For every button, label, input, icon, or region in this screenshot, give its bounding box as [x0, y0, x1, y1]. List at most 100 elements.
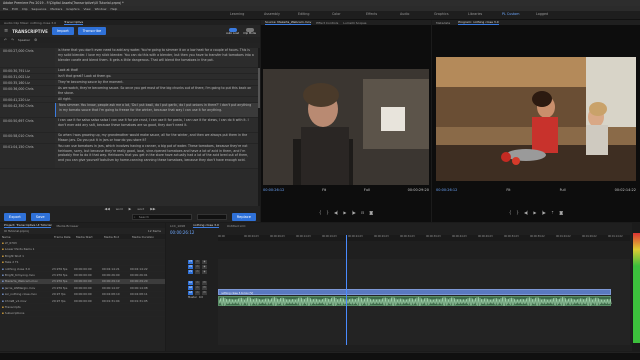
scroll-thumb[interactable]: [258, 68, 260, 108]
mark-out-icon[interactable]: }: [326, 210, 329, 215]
speaker-dropdown[interactable]: Speaker: [18, 38, 30, 42]
workspace-assembly[interactable]: Assembly: [264, 12, 280, 16]
workspace-audio[interactable]: Audio: [400, 12, 409, 16]
eye-icon[interactable]: ◉: [202, 264, 207, 269]
timestamp-speaker[interactable]: 00:00:36,000 Chris: [0, 86, 55, 96]
tab-transcriptive[interactable]: Transcriptive: [64, 20, 84, 25]
clip-mode-toggle[interactable]: Clip Mode: [243, 27, 256, 35]
project-item[interactable]: ▪ Subscriptions: [0, 311, 165, 318]
program-timecode[interactable]: 00:00:26:12: [436, 188, 457, 192]
playhead[interactable]: [345, 235, 347, 345]
undo-icon[interactable]: ↶: [4, 38, 7, 42]
mute-icon[interactable]: M: [202, 290, 207, 295]
eye-icon[interactable]: ◉: [202, 269, 207, 274]
column-header[interactable]: Media Start: [74, 235, 102, 239]
menu-help[interactable]: Help: [110, 7, 117, 11]
transcribe-button[interactable]: Transcribe: [77, 27, 107, 35]
workspace-logged[interactable]: Logged: [536, 12, 548, 16]
column-header[interactable]: Media End: [102, 235, 130, 239]
tab-media-browser[interactable]: Media Browser: [56, 224, 78, 228]
track-target-toggle[interactable]: A3: [188, 290, 193, 295]
menu-graphics[interactable]: Graphics: [66, 7, 79, 11]
tab-lumetri[interactable]: Lumetri Scopes: [343, 21, 366, 25]
transcript-list[interactable]: 00:00:27,000 Chris is there that you don'…: [0, 48, 260, 206]
transcript-row[interactable]: 00:01:04,150 Chris You can use tomatoes i…: [0, 143, 258, 169]
workspace-editing[interactable]: Editing: [298, 12, 309, 16]
timeline-tab[interactable]: Untitled LCC: [227, 224, 246, 228]
camera-icon[interactable]: ◙: [559, 210, 563, 215]
transcript-text[interactable]: All right.: [55, 96, 258, 102]
transcript-row[interactable]: 00:00:50,697 Chris I can use it for salsa…: [0, 117, 258, 133]
track-lock-icon[interactable]: ⊡: [195, 285, 200, 290]
mute-icon[interactable]: M: [202, 280, 207, 285]
tab-effect-controls[interactable]: Effect Controls: [316, 21, 338, 25]
timestamp-speaker[interactable]: 00:00:35,160 Liz: [0, 80, 55, 85]
lift-icon[interactable]: ⇡: [551, 210, 554, 215]
tab-source[interactable]: Source: Mazarta_Webcam.mov: [265, 20, 312, 25]
camera-icon[interactable]: ◙: [369, 210, 373, 215]
transcript-text[interactable]: I can use it for salsa salsa salsa I can…: [55, 117, 258, 132]
program-fit[interactable]: Fit: [506, 188, 510, 192]
play-icon[interactable]: ▶: [533, 210, 536, 215]
transcript-row[interactable]: 00:00:58,010 Chris So when I was growing …: [0, 132, 258, 144]
source-timecode[interactable]: 00:00:26:12: [263, 188, 284, 192]
insert-icon[interactable]: ⊟: [361, 210, 364, 215]
timestamp-speaker[interactable]: 00:00:30,791 Liz: [0, 68, 55, 73]
menu-sequence[interactable]: Sequence: [32, 7, 47, 11]
step-forward-icon[interactable]: |▶: [351, 210, 355, 215]
step-forward-icon[interactable]: |▶: [541, 210, 545, 215]
menu-clip[interactable]: Clip: [22, 7, 28, 11]
timestamp-speaker[interactable]: 00:00:41,220 Liz: [0, 97, 55, 102]
source-fit[interactable]: Fit: [322, 188, 326, 192]
transcript-row[interactable]: 00:00:27,000 Chris is there that you don'…: [0, 48, 258, 68]
menu-markers[interactable]: Markers: [50, 7, 62, 11]
save-button[interactable]: Save: [30, 213, 50, 221]
transcript-scrollbar[interactable]: [258, 48, 260, 206]
timestamp-speaker[interactable]: 00:00:31,002 Liz: [0, 74, 55, 79]
tab-project[interactable]: Project: Transcriptive UI Tutorial: [4, 223, 52, 228]
workspace-graphics[interactable]: Graphics: [434, 12, 449, 16]
timestamp-speaker[interactable]: 00:00:58,010 Chris: [0, 133, 55, 143]
timeline-tab[interactable]: LCC_1098: [170, 224, 185, 228]
track-target-toggle[interactable]: V3: [188, 259, 193, 264]
step-back-icon[interactable]: ◀|: [334, 210, 338, 215]
export-button[interactable]: Export: [4, 213, 26, 221]
column-header[interactable]: Name: [0, 235, 52, 239]
track-target-toggle[interactable]: A1: [188, 280, 193, 285]
workspace-effects[interactable]: Effects: [366, 12, 377, 16]
track-target-toggle[interactable]: V2: [188, 264, 193, 269]
menu-view[interactable]: View: [84, 7, 91, 11]
track-lock-icon[interactable]: ⊡: [195, 259, 200, 264]
audio-clip[interactable]: [218, 296, 612, 306]
tab-audio-clip-mixer[interactable]: Audio Clip Mixer: nothing close 3.0: [4, 21, 56, 25]
track-area[interactable]: nothing close 3.0.mov [V]: [218, 235, 630, 345]
workspace-learning[interactable]: Learning: [230, 12, 244, 16]
timeline-tab[interactable]: nothing close 3.0: [193, 223, 219, 228]
step-back-icon[interactable]: ◀|: [524, 210, 528, 215]
transcript-text[interactable]: is there that you don't even need to add…: [55, 48, 258, 67]
track-lock-icon[interactable]: ⊡: [195, 269, 200, 274]
mark-in-icon[interactable]: {: [319, 210, 322, 215]
transcript-text[interactable]: Look at that!: [55, 68, 258, 73]
workspace-libraries[interactable]: Libraries: [468, 12, 482, 16]
menu-file[interactable]: File: [3, 7, 8, 11]
program-resolution[interactable]: Full: [560, 188, 566, 192]
play-icon[interactable]: ▶: [129, 207, 132, 211]
source-resolution[interactable]: Full: [364, 188, 370, 192]
timestamp-speaker[interactable]: 00:00:50,697 Chris: [0, 118, 55, 132]
redo-icon[interactable]: ↷: [11, 38, 14, 42]
timeline-timecode[interactable]: 00:00:26:12: [170, 230, 194, 235]
replace-input[interactable]: [196, 214, 227, 220]
transcript-text[interactable]: So when I was growing up, my grandmother…: [55, 132, 258, 143]
tab-program[interactable]: Program: nothing close 3.0: [458, 20, 499, 25]
transcript-text[interactable]: They're becoming sauce by the moment.: [55, 80, 258, 85]
forward-icon[interactable]: ▶▶: [150, 207, 155, 211]
timeline-ruler[interactable]: 00:00 00:00:04:23 00:00:09:23 00:00:14:23 00…: [218, 235, 630, 241]
track-lock-icon[interactable]: ⊡: [195, 290, 200, 295]
mark-out-icon[interactable]: }: [516, 210, 519, 215]
timestamp-speaker[interactable]: 00:01:04,150 Chris: [0, 144, 55, 168]
master-track[interactable]: Master 0.0: [166, 295, 218, 300]
replace-button[interactable]: Replace: [231, 213, 256, 221]
transcript-row[interactable]: 00:00:36,000 Chris As we watch, they're b…: [0, 86, 258, 97]
column-header[interactable]: Frame Rate: [52, 235, 74, 239]
